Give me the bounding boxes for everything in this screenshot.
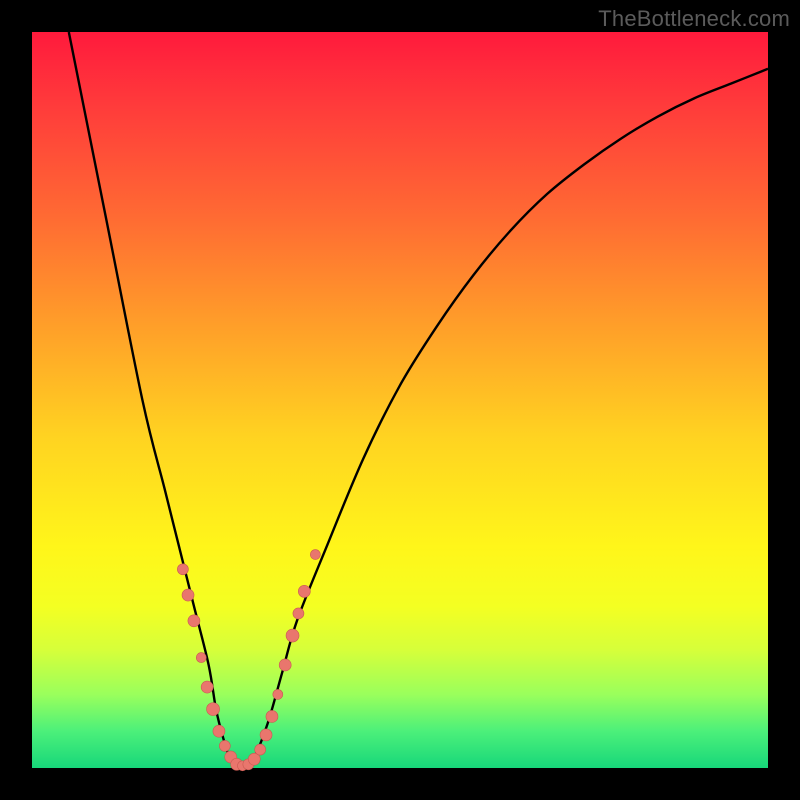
curve-marker <box>310 550 320 560</box>
curve-marker <box>255 744 266 755</box>
curve-marker <box>293 608 304 619</box>
chart-svg <box>32 32 768 768</box>
curve-marker <box>196 653 206 663</box>
chart-frame: TheBottleneck.com <box>0 0 800 800</box>
curve-marker <box>219 740 230 751</box>
marker-layer <box>177 550 320 771</box>
plot-area <box>32 32 768 768</box>
curve-marker <box>273 689 283 699</box>
curve-marker <box>207 703 220 716</box>
bottleneck-curve <box>69 32 768 769</box>
curve-marker <box>279 659 291 671</box>
curve-marker <box>266 710 278 722</box>
curve-marker <box>260 729 272 741</box>
watermark-text: TheBottleneck.com <box>598 6 790 32</box>
curve-marker <box>286 629 299 642</box>
curve-marker <box>213 725 225 737</box>
curve-marker <box>188 615 200 627</box>
curve-marker <box>182 589 194 601</box>
curve-marker <box>201 681 213 693</box>
curve-marker <box>177 564 188 575</box>
curve-marker <box>298 585 310 597</box>
